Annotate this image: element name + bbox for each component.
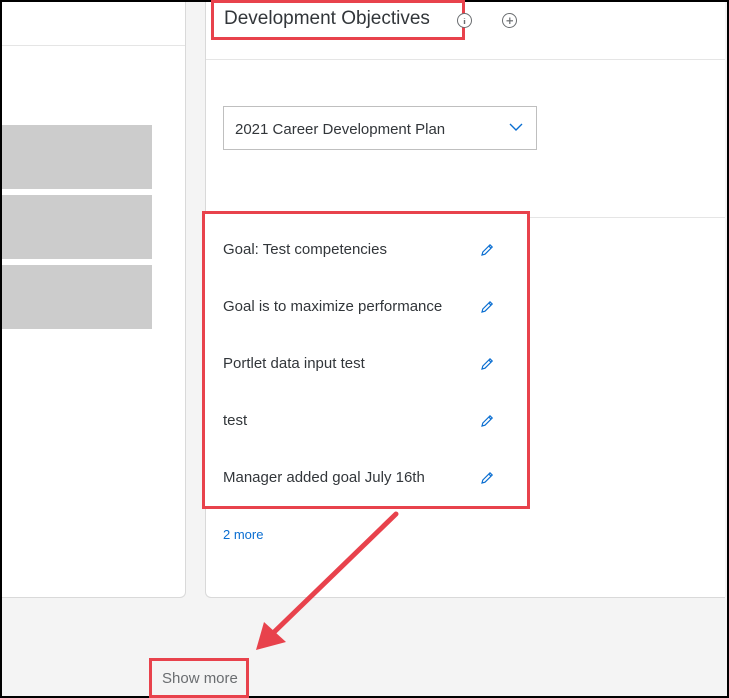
- pencil-edit-icon[interactable]: [479, 242, 495, 258]
- show-more-highlight: Show more: [149, 658, 249, 698]
- chevron-down-icon[interactable]: [508, 119, 524, 135]
- card-title: Development Objectives: [224, 8, 430, 29]
- development-objectives-card: Development Objectives 2021 Career Devel…: [202, 0, 725, 598]
- goal-item: Manager added goal July 16th: [223, 466, 513, 490]
- more-goals-link[interactable]: 2 more: [223, 527, 263, 542]
- show-more-button[interactable]: Show more: [162, 670, 238, 687]
- goal-item: Portlet data input test: [223, 352, 513, 376]
- goal-text: Goal: Test competencies: [223, 241, 387, 258]
- info-circle-icon-glyph: [463, 17, 465, 24]
- placeholder-block: [2, 265, 152, 329]
- goal-item: Goal is to maximize performance: [223, 295, 513, 319]
- pencil-edit-icon[interactable]: [479, 356, 495, 372]
- goal-text: Manager added goal July 16th: [223, 469, 425, 486]
- goal-item: Goal: Test competencies: [223, 238, 513, 262]
- goal-text: Goal is to maximize performance: [223, 298, 443, 315]
- pencil-edit-icon[interactable]: [479, 299, 495, 315]
- goal-text: Portlet data input test: [223, 355, 365, 372]
- pencil-edit-icon[interactable]: [479, 470, 495, 486]
- add-circle-icon[interactable]: [502, 13, 517, 28]
- plan-select-value: 2021 Career Development Plan: [235, 121, 446, 138]
- placeholder-block: [2, 125, 152, 189]
- placeholder-block: [2, 195, 152, 259]
- info-circle-icon[interactable]: [457, 13, 472, 28]
- plan-select[interactable]: 2021 Career Development Plan: [223, 106, 537, 150]
- left-card-divider: [2, 45, 185, 46]
- add-circle-icon-glyph: [506, 17, 513, 24]
- goal-list-highlight: Goal: Test competencies Goal is to maxim…: [202, 211, 530, 509]
- goal-text: test: [223, 412, 248, 429]
- screenshot-frame: Development Objectives 2021 Career Devel…: [0, 0, 729, 698]
- left-card: [2, 2, 186, 598]
- pencil-edit-icon[interactable]: [479, 413, 495, 429]
- goal-item: test: [223, 409, 513, 433]
- header-divider: [206, 59, 725, 60]
